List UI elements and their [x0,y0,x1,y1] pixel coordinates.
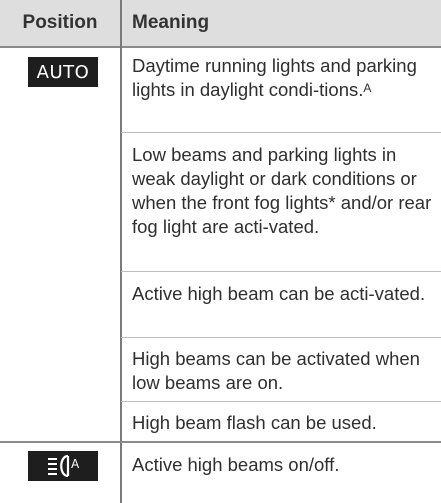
column-divider [120,46,122,503]
meaning-divider [121,271,441,272]
meaning-paragraph: Daytime running lights and parking light… [132,54,432,102]
table-header: Position Meaning [0,0,441,46]
header-meaning: Meaning [132,12,210,33]
meaning-paragraph: High beam flash can be used. [132,412,377,433]
header-bottom-divider [0,46,441,48]
meaning-divider [121,337,441,338]
auto-position-badge: AUTO [28,57,98,87]
meaning-paragraph: Active high beams on/off. [132,454,340,475]
footnote-marker: A [363,81,372,95]
meaning-text: Daytime running lights and parking light… [132,55,417,100]
header-position: Position [22,12,98,33]
row-divider [0,441,441,443]
header-column-divider [120,0,122,46]
meaning-divider [121,401,441,402]
svg-text:A: A [71,457,80,471]
meaning-paragraph: High beams can be activated when low bea… [132,348,420,393]
meaning-divider [121,132,441,133]
active-high-beam-icon: A [28,451,98,481]
active-high-beam-glyph: A [48,454,80,478]
meaning-paragraph: Active high beam can be acti-vated. [132,283,426,304]
meaning-paragraph: Low beams and parking lights in weak day… [132,144,432,237]
